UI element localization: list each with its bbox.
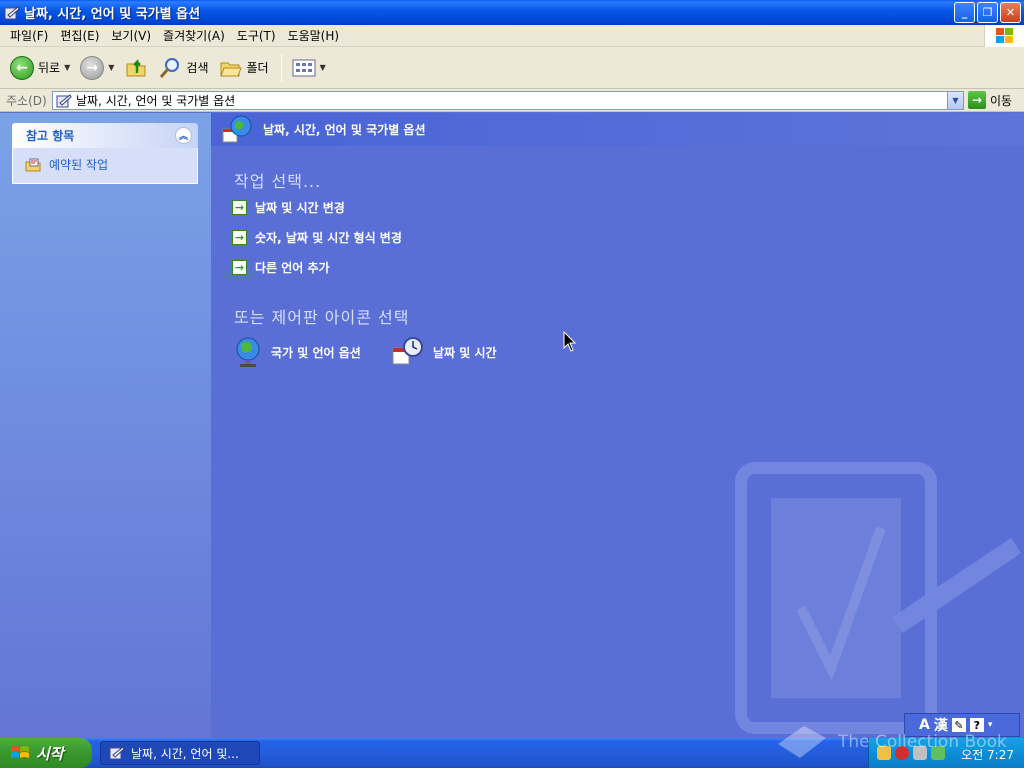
views-button[interactable]: ▼ <box>288 51 330 85</box>
control-panel-icon <box>109 746 125 760</box>
start-button[interactable]: 시작 <box>0 738 92 768</box>
pick-icon-title: 또는 제어판 아이콘 선택 <box>234 308 410 327</box>
views-icon <box>292 59 316 76</box>
control-panel-icon <box>56 93 72 107</box>
task-arrow-icon: → <box>232 260 247 275</box>
close-button[interactable]: ✕ <box>1000 2 1021 23</box>
go-button[interactable]: → 이동 <box>968 91 1012 109</box>
task-arrow-icon: → <box>232 230 247 245</box>
main-content: 날짜, 시간, 언어 및 국가별 옵션 작업 선택... → 날짜 및 시간 변… <box>211 113 1024 738</box>
menu-help[interactable]: 도움말(H) <box>282 26 346 46</box>
mouse-cursor-icon <box>563 331 577 352</box>
address-input[interactable]: 날짜, 시간, 언어 및 국가별 옵션 ▼ <box>52 91 964 110</box>
toolbar-separator <box>280 53 282 82</box>
minimize-button[interactable]: _ <box>954 2 975 23</box>
input-mode-indicator[interactable]: A <box>919 717 930 733</box>
globe-calendar-icon <box>222 115 252 142</box>
search-icon <box>160 57 180 78</box>
globe-icon <box>236 337 260 367</box>
forward-button[interactable]: → ▼ <box>76 51 118 85</box>
regional-language-options-item[interactable]: 국가 및 언어 옵션 <box>233 336 361 368</box>
folders-icon <box>219 62 242 76</box>
address-bar: 주소(D) 날짜, 시간, 언어 및 국가별 옵션 ▼ → 이동 <box>0 89 1024 112</box>
restore-button[interactable]: ❐ <box>977 2 998 23</box>
watermark-text: The Collection Book <box>838 732 1007 752</box>
task-arrow-icon: → <box>232 200 247 215</box>
regional-language-options-label: 국가 및 언어 옵션 <box>271 345 361 360</box>
address-label: 주소(D) <box>6 93 47 108</box>
date-time-item[interactable]: 날짜 및 시간 <box>391 336 497 368</box>
see-also-panel: 참고 항목 ︽ 예약된 작업 <box>12 123 198 184</box>
windows-flag-icon <box>11 746 29 758</box>
toolbar: ← 뒤로 ▼ → ▼ 검색 폴더 ▼ <box>0 47 1024 89</box>
up-folder-button[interactable] <box>120 51 152 85</box>
menu-file[interactable]: 파일(F) <box>4 26 54 46</box>
see-also-title: 참고 항목 <box>26 129 75 143</box>
task-change-formats[interactable]: → 숫자, 날짜 및 시간 형식 변경 <box>232 229 402 246</box>
help-icon[interactable]: ? <box>969 718 984 732</box>
task-label: 다른 언어 추가 <box>255 261 330 275</box>
windows-logo-icon <box>984 25 1024 47</box>
task-label: 날짜 및 시간 변경 <box>255 201 345 215</box>
back-dropdown-icon[interactable]: ▼ <box>64 63 70 72</box>
search-button[interactable]: 검색 <box>154 51 212 85</box>
menu-tools[interactable]: 도구(T) <box>231 26 282 46</box>
ime-pad-icon[interactable]: ✎ <box>951 718 966 732</box>
scheduled-tasks-link[interactable]: 예약된 작업 <box>25 156 197 173</box>
forward-dropdown-icon[interactable]: ▼ <box>108 63 114 72</box>
control-panel-watermark-icon <box>735 462 1021 734</box>
menu-bar: 파일(F) 편집(E) 보기(V) 즐겨찾기(A) 도구(T) 도움말(H) <box>0 25 1024 47</box>
go-label: 이동 <box>990 93 1013 108</box>
book-watermark-icon <box>778 726 826 758</box>
back-arrow-icon: ← <box>10 55 34 80</box>
search-label: 검색 <box>186 61 209 75</box>
scheduled-tasks-label: 예약된 작업 <box>49 158 109 172</box>
taskbar-window-label: 날짜, 시간, 언어 및... <box>131 746 239 761</box>
address-value: 날짜, 시간, 언어 및 국가별 옵션 <box>76 94 236 108</box>
langbar-options-icon[interactable]: ▾ <box>988 720 993 730</box>
forward-arrow-icon: → <box>80 55 105 80</box>
menu-favorites[interactable]: 즐겨찾기(A) <box>157 26 231 46</box>
taskbar-window-button[interactable]: 날짜, 시간, 언어 및... <box>100 741 260 765</box>
clock-calendar-icon <box>392 337 423 365</box>
back-label: 뒤로 <box>38 61 61 75</box>
control-panel-icon <box>4 5 20 19</box>
task-label: 숫자, 날짜 및 시간 형식 변경 <box>255 231 402 245</box>
title-bar[interactable]: 날짜, 시간, 언어 및 국가별 옵션 _ ❐ ✕ <box>0 0 1024 25</box>
menu-view[interactable]: 보기(V) <box>105 26 157 46</box>
collapse-chevron-icon[interactable]: ︽ <box>175 127 192 144</box>
category-header: 날짜, 시간, 언어 및 국가별 옵션 <box>211 113 1024 146</box>
scheduled-tasks-icon <box>25 158 41 171</box>
menu-edit[interactable]: 편집(E) <box>54 26 105 46</box>
date-time-label: 날짜 및 시간 <box>433 345 497 360</box>
task-change-date-time[interactable]: → 날짜 및 시간 변경 <box>232 199 345 216</box>
category-title: 날짜, 시간, 언어 및 국가별 옵션 <box>263 123 426 137</box>
up-folder-icon <box>126 58 146 76</box>
start-label: 시작 <box>36 744 64 763</box>
folders-label: 폴더 <box>246 61 269 75</box>
pick-task-title: 작업 선택... <box>234 172 322 191</box>
task-add-language[interactable]: → 다른 언어 추가 <box>232 259 330 276</box>
folders-button[interactable]: 폴더 <box>215 51 273 85</box>
window-title: 날짜, 시간, 언어 및 국가별 옵션 <box>24 7 201 22</box>
back-button[interactable]: ← 뒤로 ▼ <box>6 51 74 85</box>
views-dropdown-icon[interactable]: ▼ <box>320 63 326 72</box>
address-dropdown-icon[interactable]: ▼ <box>947 92 963 109</box>
task-pane: 참고 항목 ︽ 예약된 작업 <box>0 113 211 738</box>
see-also-header[interactable]: 참고 항목 ︽ <box>12 123 198 148</box>
go-arrow-icon: → <box>968 91 986 109</box>
